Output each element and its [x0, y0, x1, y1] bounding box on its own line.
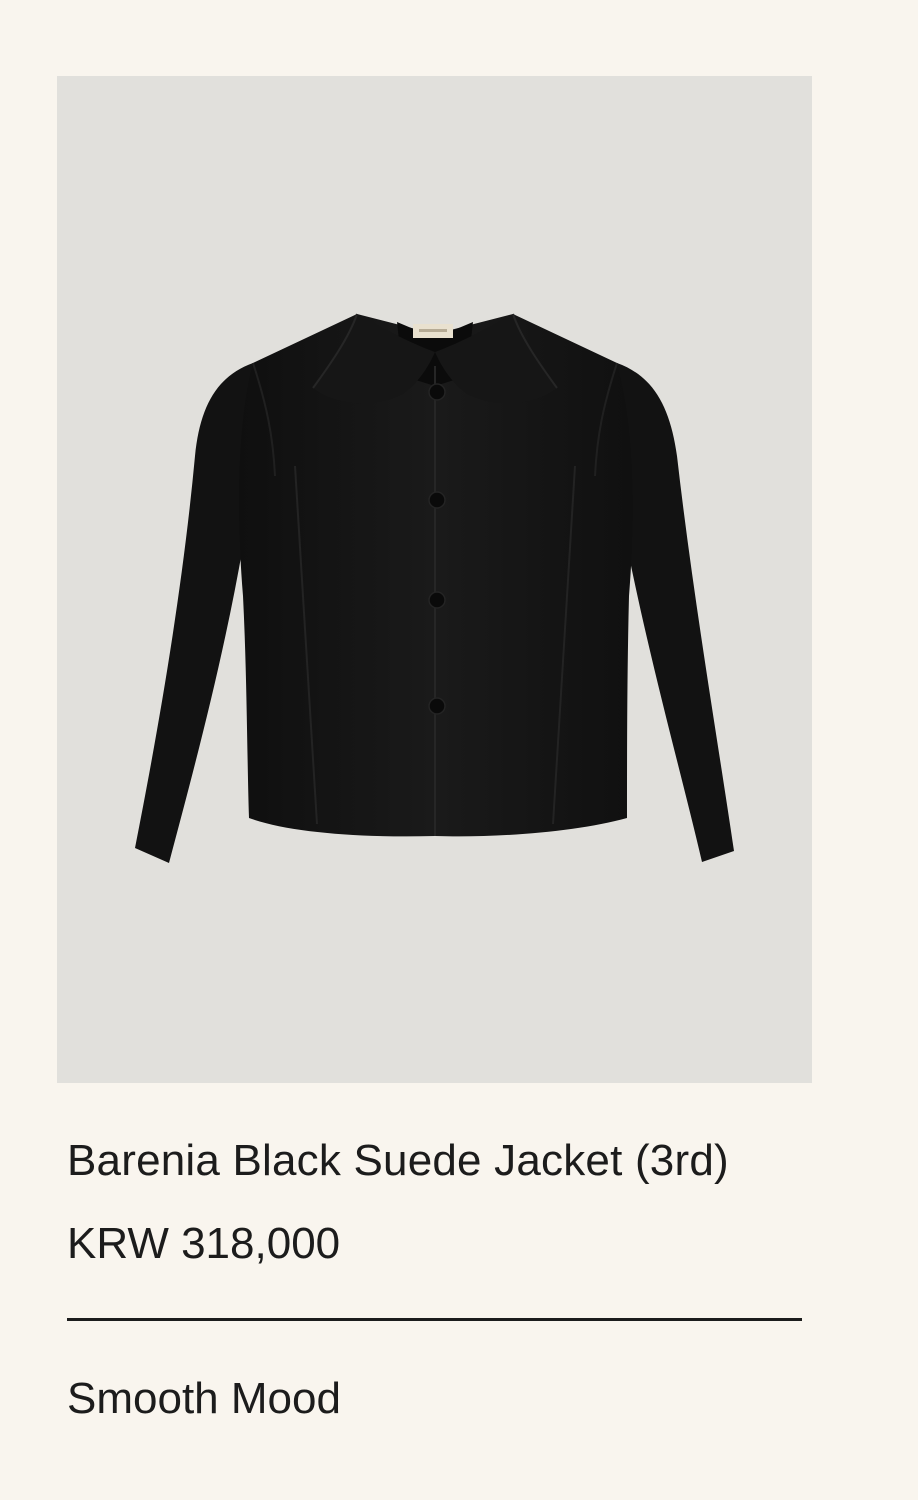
button-3: [428, 591, 446, 609]
jacket-illustration: [135, 313, 734, 863]
divider: [67, 1318, 802, 1321]
button-4: [428, 697, 446, 715]
product-name[interactable]: Barenia Black Suede Jacket (3rd): [67, 1134, 729, 1188]
button-2: [428, 491, 446, 509]
left-sleeve: [135, 363, 253, 863]
right-sleeve: [617, 363, 734, 862]
button-1: [428, 383, 446, 401]
product-price: KRW 318,000: [67, 1219, 341, 1268]
product-image[interactable]: [57, 76, 812, 1083]
product-tag: Smooth Mood: [67, 1374, 341, 1423]
product-card: Barenia Black Suede Jacket (3rd) KRW 318…: [0, 0, 918, 1500]
